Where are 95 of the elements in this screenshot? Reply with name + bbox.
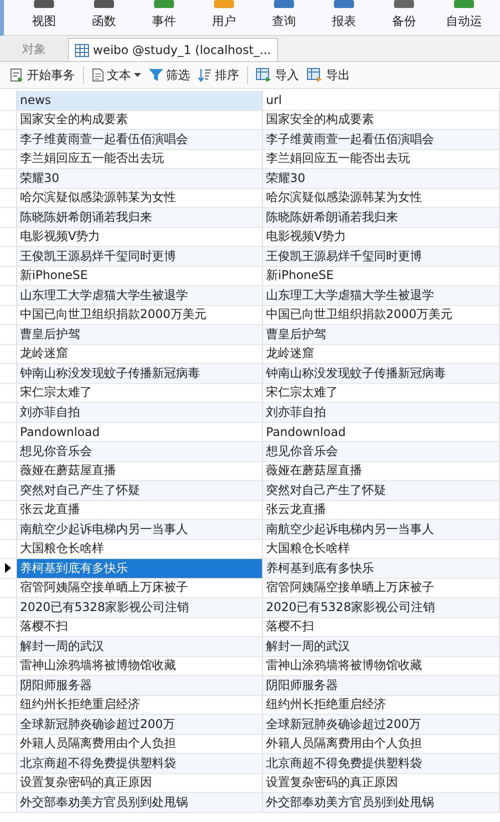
- table-cell: 张云龙直播: [17, 500, 263, 519]
- toolbar-button[interactable]: 自动运: [446, 13, 482, 30]
- table-cell: 北京商超不得免费提供塑料袋: [263, 754, 500, 772]
- table-cell: 外交部奉劝美方官员别到处甩锅: [263, 793, 500, 812]
- table-cell: 雷神山涂鸦墙将被博物馆收藏: [263, 656, 500, 675]
- table-cell: 宿管阿姨隔空接单晒上万床被子: [263, 578, 500, 597]
- table-cell: 全球新冠肺炎确诊超过200万: [17, 715, 263, 734]
- table-cell: 曹皇后护驾: [263, 325, 500, 344]
- table-cell: Pandownload: [17, 422, 263, 441]
- export-icon: [307, 68, 323, 82]
- table-cell: 新iPhoneSE: [263, 266, 500, 285]
- table-cell: 落樱不扫: [17, 618, 263, 636]
- sort-icon: [198, 68, 212, 82]
- table-cell: 南航空少起诉电梯内另一当事人: [263, 520, 500, 538]
- table-cell: 中国已向世卫组织捐款2000万美元: [263, 306, 500, 324]
- column-header[interactable]: news: [17, 91, 263, 110]
- table-cell: 龙岭迷窟: [263, 344, 500, 363]
- table-cell: 阴阳师服务器: [17, 676, 263, 694]
- table-cell: 大国粮仓长啥样: [263, 540, 500, 558]
- table-cell: 哈尔滨疑似感染源韩某为女性: [17, 188, 263, 207]
- document-icon: [92, 68, 104, 82]
- toolbar-button[interactable]: 文本: [88, 64, 145, 86]
- table-cell: 大国粮仓长啥样: [17, 540, 263, 558]
- toolbar-button[interactable]: 函数: [92, 13, 116, 30]
- table-cell: 中国已向世卫组织捐款2000万美元: [17, 306, 263, 324]
- table-cell: 解封一周的武汉: [17, 637, 263, 656]
- toolbar-button[interactable]: 筛选: [145, 64, 194, 86]
- table-cell: 全球新冠肺炎确诊超过200万: [263, 715, 500, 734]
- table-cell: 想见你音乐会: [17, 442, 263, 460]
- table-cell: 宋仁宗太难了: [263, 384, 500, 402]
- toolbar-button[interactable]: 视图: [32, 13, 56, 30]
- table-cell: 王俊凯王源易烊千玺同时更博: [17, 247, 263, 266]
- toolbar-button[interactable]: 报表: [332, 13, 356, 30]
- table-cell: 李子维黄雨萱一起看伍佰演唱会: [17, 130, 263, 148]
- table-cell: 设置复杂密码的真正原因: [263, 774, 500, 792]
- table-cell: 纽约州长拒绝重启经济: [17, 696, 263, 714]
- table-cell: 国家安全的构成要素: [17, 110, 263, 129]
- table-cell: 龙岭迷窟: [17, 344, 263, 363]
- table-cell: 宿管阿姨隔空接单晒上万床被子: [17, 578, 263, 597]
- table-cell: 陈晓陈妍希朗诵若我归来: [17, 208, 263, 226]
- table-cell: 山东理工大学虐猫大学生被退学: [17, 286, 263, 304]
- table-cell: 2020已有5328家影视公司注销: [17, 598, 263, 616]
- filter-icon: [149, 68, 163, 82]
- table-cell: 电影视频V势力: [263, 228, 500, 246]
- toolbar-button[interactable]: 排序: [194, 64, 243, 86]
- caret-icon: [134, 73, 141, 77]
- table-cell: 张云龙直播: [263, 500, 500, 519]
- tab[interactable]: weibo @study_1 (localhost_...: [68, 38, 278, 61]
- table-cell: 薇娅在蘑菇屋直播: [263, 462, 500, 480]
- table-cell: 突然对自己产生了怀疑: [17, 481, 263, 500]
- table-cell: 荣耀30: [263, 169, 500, 188]
- table-cell: 薇娅在蘑菇屋直播: [17, 462, 263, 480]
- table-cell: 外交部奉劝美方官员别到处甩锅: [17, 793, 263, 812]
- table-cell: 哈尔滨疑似感染源韩某为女性: [263, 188, 500, 207]
- toolbar-button[interactable]: 备份: [392, 13, 416, 30]
- table-cell: 李兰娟回应五一能否出去玩: [263, 150, 500, 168]
- table-cell: 解封一周的武汉: [263, 637, 500, 656]
- table-cell: 养柯基到底有多快乐: [17, 559, 263, 578]
- table-cell: 南航空少起诉电梯内另一当事人: [17, 520, 263, 538]
- table-cell: 宋仁宗太难了: [17, 384, 263, 402]
- table-cell: 国家安全的构成要素: [263, 110, 500, 129]
- table-cell: 荣耀30: [17, 169, 263, 188]
- table-cell: 纽约州长拒绝重启经济: [263, 696, 500, 714]
- toolbar-button[interactable]: 查询: [272, 13, 296, 30]
- table-cell: 落樱不扫: [263, 618, 500, 636]
- table-cell: 李子维黄雨萱一起看伍佰演唱会: [263, 130, 500, 148]
- table-cell: 2020已有5328家影视公司注销: [263, 598, 500, 616]
- toolbar-button[interactable]: 开始事务: [6, 64, 79, 86]
- table-cell: 王俊凯王源易烊千玺同时更博: [263, 247, 500, 266]
- table-cell: 钟南山称没发现蚊子传播新冠病毒: [263, 364, 500, 382]
- table-cell: 李兰娟回应五一能否出去玩: [17, 150, 263, 168]
- table-cell: 阴阳师服务器: [263, 676, 500, 694]
- table-cell: 电影视频V势力: [17, 228, 263, 246]
- table-cell: 刘亦菲自拍: [263, 403, 500, 422]
- current-row-icon: [5, 563, 11, 574]
- table-cell: 新iPhoneSE: [17, 266, 263, 285]
- table-cell: 雷神山涂鸦墙将被博物馆收藏: [17, 656, 263, 675]
- toolbar-button[interactable]: 导出: [303, 64, 354, 86]
- table-cell: 刘亦菲自拍: [17, 403, 263, 422]
- import-icon: [256, 68, 272, 82]
- table-cell: 北京商超不得免费提供塑料袋: [17, 754, 263, 772]
- table-cell: 钟南山称没发现蚊子传播新冠病毒: [17, 364, 263, 382]
- table-cell: 外籍人员隔离费用由个人负担: [17, 734, 263, 753]
- table-cell: 设置复杂密码的真正原因: [17, 774, 263, 792]
- table-cell: Pandownload: [263, 422, 500, 441]
- table-cell: 陈晓陈妍希朗诵若我归来: [263, 208, 500, 226]
- toolbar-button[interactable]: 导入: [252, 64, 303, 86]
- table-cell: 山东理工大学虐猫大学生被退学: [263, 286, 500, 304]
- toolbar-button[interactable]: 用户: [212, 13, 236, 30]
- table-cell: 想见你音乐会: [263, 442, 500, 460]
- table-cell: 突然对自己产生了怀疑: [263, 481, 500, 500]
- toolbar-button[interactable]: 事件: [152, 13, 176, 30]
- table-cell: 外籍人员隔离费用由个人负担: [263, 734, 500, 753]
- table-cell: 养柯基到底有多快乐: [263, 559, 500, 578]
- table-cell: 曹皇后护驾: [17, 325, 263, 344]
